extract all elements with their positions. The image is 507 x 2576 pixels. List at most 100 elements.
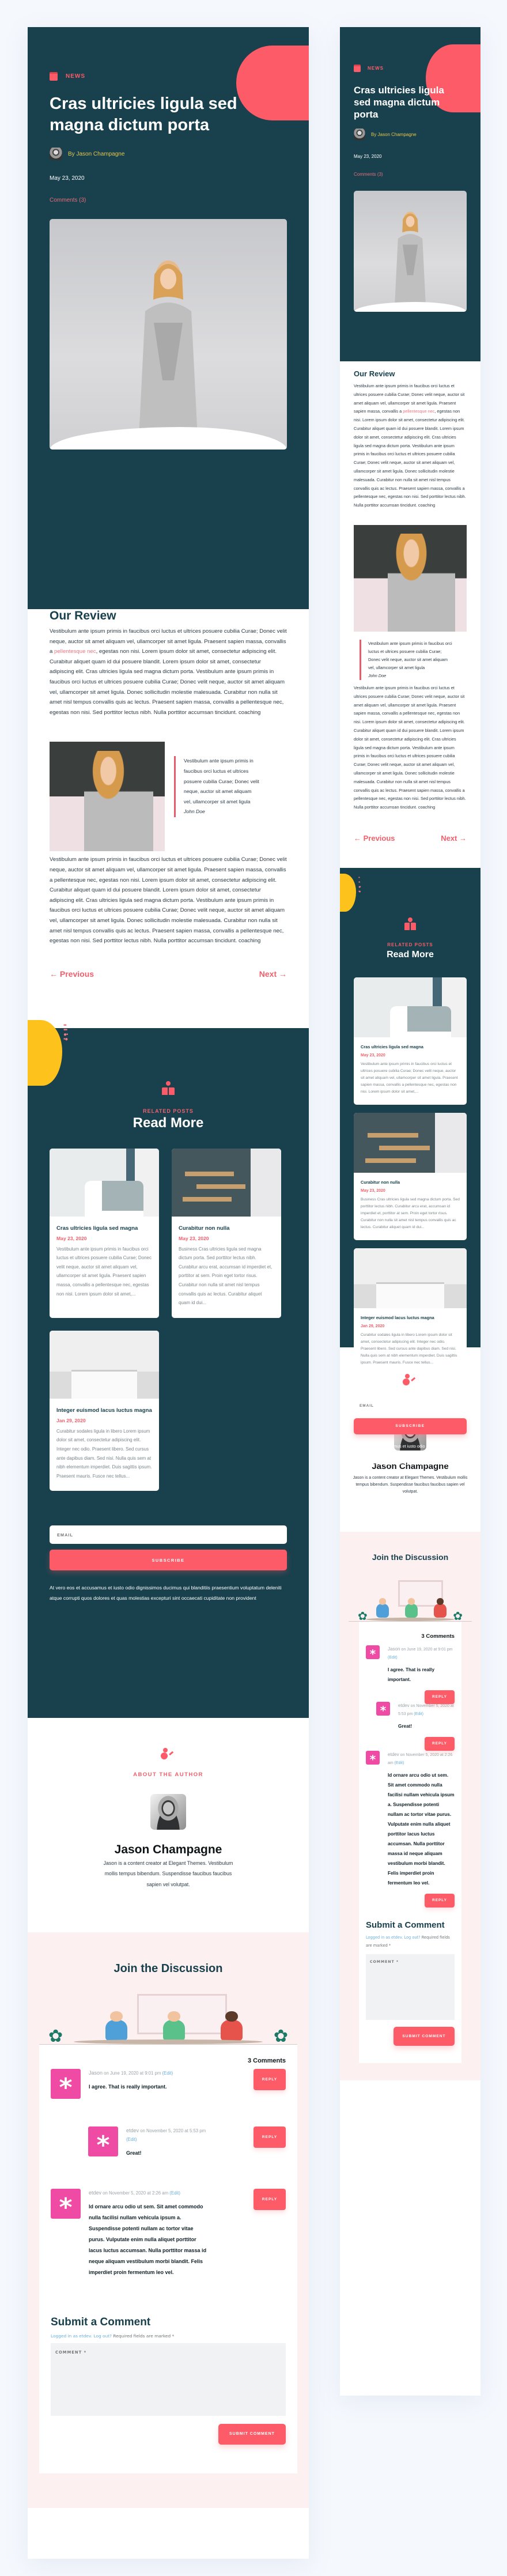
discussion-section: Join the Discussion ✿ ✿ 3 Comments * Jas… (340, 1531, 480, 2080)
category-label: NEWS (66, 73, 85, 80)
post-title: Cras ultricies ligula sed magna dictum p… (50, 95, 237, 134)
edit-link[interactable]: (Edit) (169, 2190, 180, 2196)
comment-count: 3 Comments (247, 2057, 286, 2064)
profile-link[interactable]: Logged in as etdev. (51, 2333, 92, 2339)
related-post-title[interactable]: Curabitur non nulla (179, 1225, 274, 1232)
related-post-date: May 23, 2020 (361, 1053, 385, 1057)
edit-link[interactable]: (Edit) (388, 1656, 398, 1660)
subscribe-button[interactable]: SUBSCRIBE (354, 1418, 467, 1434)
comment-meta: etdev on November 5, 2020 at 5:53 pm (Ed… (398, 1702, 454, 1716)
email-input[interactable] (354, 1398, 467, 1414)
comment-meta: etdev on November 5, 2020 at 2:26 am (Ed… (388, 1751, 453, 1765)
comment-text: Id ornare arcu odio ut sem. Sit amet com… (89, 2203, 207, 2275)
edit-link[interactable]: (Edit) (414, 1712, 423, 1716)
reply-button[interactable]: REPLY (425, 1893, 455, 1908)
byline-text[interactable]: By Jason Champagne (68, 151, 124, 157)
category-label: NEWS (368, 66, 384, 71)
post-byline[interactable]: By Jason Champagne (354, 129, 467, 140)
gravatar-asterisk-icon: * (376, 1701, 390, 1717)
subscribe-button[interactable]: SUBSCRIBE (50, 1550, 287, 1571)
related-post-card[interactable]: Curabitur non nulla May 23, 2020 Busines… (172, 1148, 281, 1318)
next-post-link[interactable]: Next → (259, 969, 287, 979)
comments-box: 3 Comments * Jason on June 19, 2020 at 9… (39, 2044, 297, 2473)
email-input[interactable] (50, 1525, 287, 1544)
post-thumbnail[interactable] (354, 1112, 467, 1173)
reply-button[interactable]: REPLY (425, 1736, 455, 1751)
profile-link[interactable]: Logged in as etdev. (366, 1935, 403, 1940)
comment-author: etdev (388, 1751, 399, 1757)
gravatar-asterisk-icon: * (88, 2126, 118, 2158)
reply-button[interactable]: REPLY (254, 2126, 286, 2148)
inline-link[interactable]: pellentesque nec (54, 648, 96, 655)
comment-meta: etdev on November 5, 2020 at 5:53 pm (Ed… (126, 2127, 206, 2142)
byline-text[interactable]: By Jason Champagne (371, 132, 417, 137)
post-category[interactable]: NEWS (354, 65, 467, 72)
plant-icon: ✿ (48, 2026, 63, 2046)
related-post-date: May 23, 2020 (179, 1235, 209, 1241)
next-post-link[interactable]: Next → (441, 834, 467, 843)
comments-box: 3 Comments * Jason on June 19, 2020 at 9… (359, 1621, 461, 2063)
previous-post-link[interactable]: ← Previous (50, 969, 94, 979)
calendar-icon (50, 72, 58, 81)
post-title: Cras ultricies ligula sed magna dictum p… (354, 85, 444, 120)
related-post-card[interactable]: Integer euismod lacus luctus magna Jan 2… (50, 1330, 159, 1491)
related-post-card[interactable]: Cras ultricies ligula sed magna May 23, … (354, 977, 467, 1105)
edit-link[interactable]: (Edit) (162, 2071, 173, 2076)
review-paragraph: Vestibulum ante ipsum primis in faucibus… (354, 383, 466, 508)
gravatar-asterisk-icon: * (51, 2188, 81, 2220)
comments-link[interactable]: Comments (3) (354, 172, 467, 177)
related-post-card[interactable]: Integer euismod lacus luctus magna Jan 2… (354, 1248, 467, 1376)
reply-button[interactable]: REPLY (254, 2068, 286, 2090)
comment-textarea[interactable] (366, 1954, 455, 2020)
logout-link[interactable]: Log out? (94, 2333, 112, 2339)
related-post-title[interactable]: Integer euismod lacus luctus magna (361, 1315, 460, 1321)
related-post-card[interactable]: Cras ultricies ligula sed magna May 23, … (50, 1148, 159, 1318)
newsletter-disclaimer: At vero eos et accusamus et iusto odio d… (50, 1585, 282, 1601)
post-hero: NEWS Cras ultricies ligula sed magna dic… (340, 27, 480, 361)
author-name: Jason Champagne (114, 1842, 222, 1856)
post-byline[interactable]: By Jason Champagne (50, 148, 287, 160)
review-heading: Our Review (354, 369, 395, 378)
comment-text: I agree. That is really important. (388, 1667, 435, 1682)
quote-text: Vestibulum ante ipsum primis in faucibus… (184, 758, 259, 804)
post-thumbnail[interactable] (354, 1248, 467, 1308)
edit-link[interactable]: (Edit) (126, 2137, 137, 2142)
related-post-title[interactable]: Curabitur non nulla (361, 1180, 460, 1185)
related-post-title[interactable]: Cras ultricies ligula sed magna (361, 1044, 460, 1050)
plant-icon: ✿ (273, 2026, 288, 2046)
related-post-title[interactable]: Cras ultricies ligula sed magna (56, 1225, 152, 1232)
inline-link[interactable]: pellentesque nec (403, 409, 434, 414)
related-label: RELATED POSTS (143, 1108, 194, 1114)
blockquote: Vestibulum ante ipsum primis in faucibus… (360, 639, 455, 680)
comments-link[interactable]: Comments (3) (50, 197, 287, 203)
related-post-date: May 23, 2020 (56, 1235, 87, 1241)
person-figure (434, 1598, 447, 1618)
post-thumbnail[interactable] (50, 1330, 159, 1399)
logout-link[interactable]: Log out? (404, 1935, 420, 1940)
related-posts-section: • • •• • ● • • ● RELATED POSTS Read More Cr… (28, 1019, 309, 1718)
post-thumbnail[interactable] (172, 1148, 281, 1217)
quote-image (354, 524, 467, 632)
about-author-section: ABOUT THE AUTHOR Jason Champagne Jason i… (28, 1717, 309, 1932)
post-navigation: ← Previous Next → (50, 969, 287, 979)
post-thumbnail[interactable] (354, 977, 467, 1037)
comment-text: I agree. That is really important. (89, 2083, 167, 2090)
post-thumbnail[interactable] (50, 1148, 159, 1217)
desktop-preview: NEWS Cras ultricies ligula sed magna dic… (28, 27, 309, 2559)
edit-link[interactable]: (Edit) (395, 1761, 404, 1765)
submit-comment-button[interactable]: SUBMIT COMMENT (218, 2423, 286, 2445)
submit-comment-heading: Submit a Comment (366, 1920, 445, 1930)
quote-author: John Doe (368, 673, 387, 678)
submit-comment-button[interactable]: SUBMIT COMMENT (394, 2026, 455, 2046)
post-category[interactable]: NEWS (50, 72, 287, 81)
comment-meta: Jason on June 19, 2020 at 9:01 pm (Edit) (89, 2069, 173, 2076)
discussion-illustration: ✿ ✿ (349, 1577, 472, 1623)
reply-button[interactable]: REPLY (254, 2188, 286, 2210)
decorative-yellow-blob (340, 873, 356, 912)
calendar-icon (354, 65, 361, 72)
related-post-card[interactable]: Curabitur non nulla May 23, 2020 Busines… (354, 1112, 467, 1240)
related-post-title[interactable]: Integer euismod lacus luctus magna (56, 1407, 152, 1414)
book-reader-icon (161, 1081, 175, 1095)
previous-post-link[interactable]: ← Previous (354, 834, 395, 843)
comment-textarea[interactable] (51, 2343, 286, 2416)
